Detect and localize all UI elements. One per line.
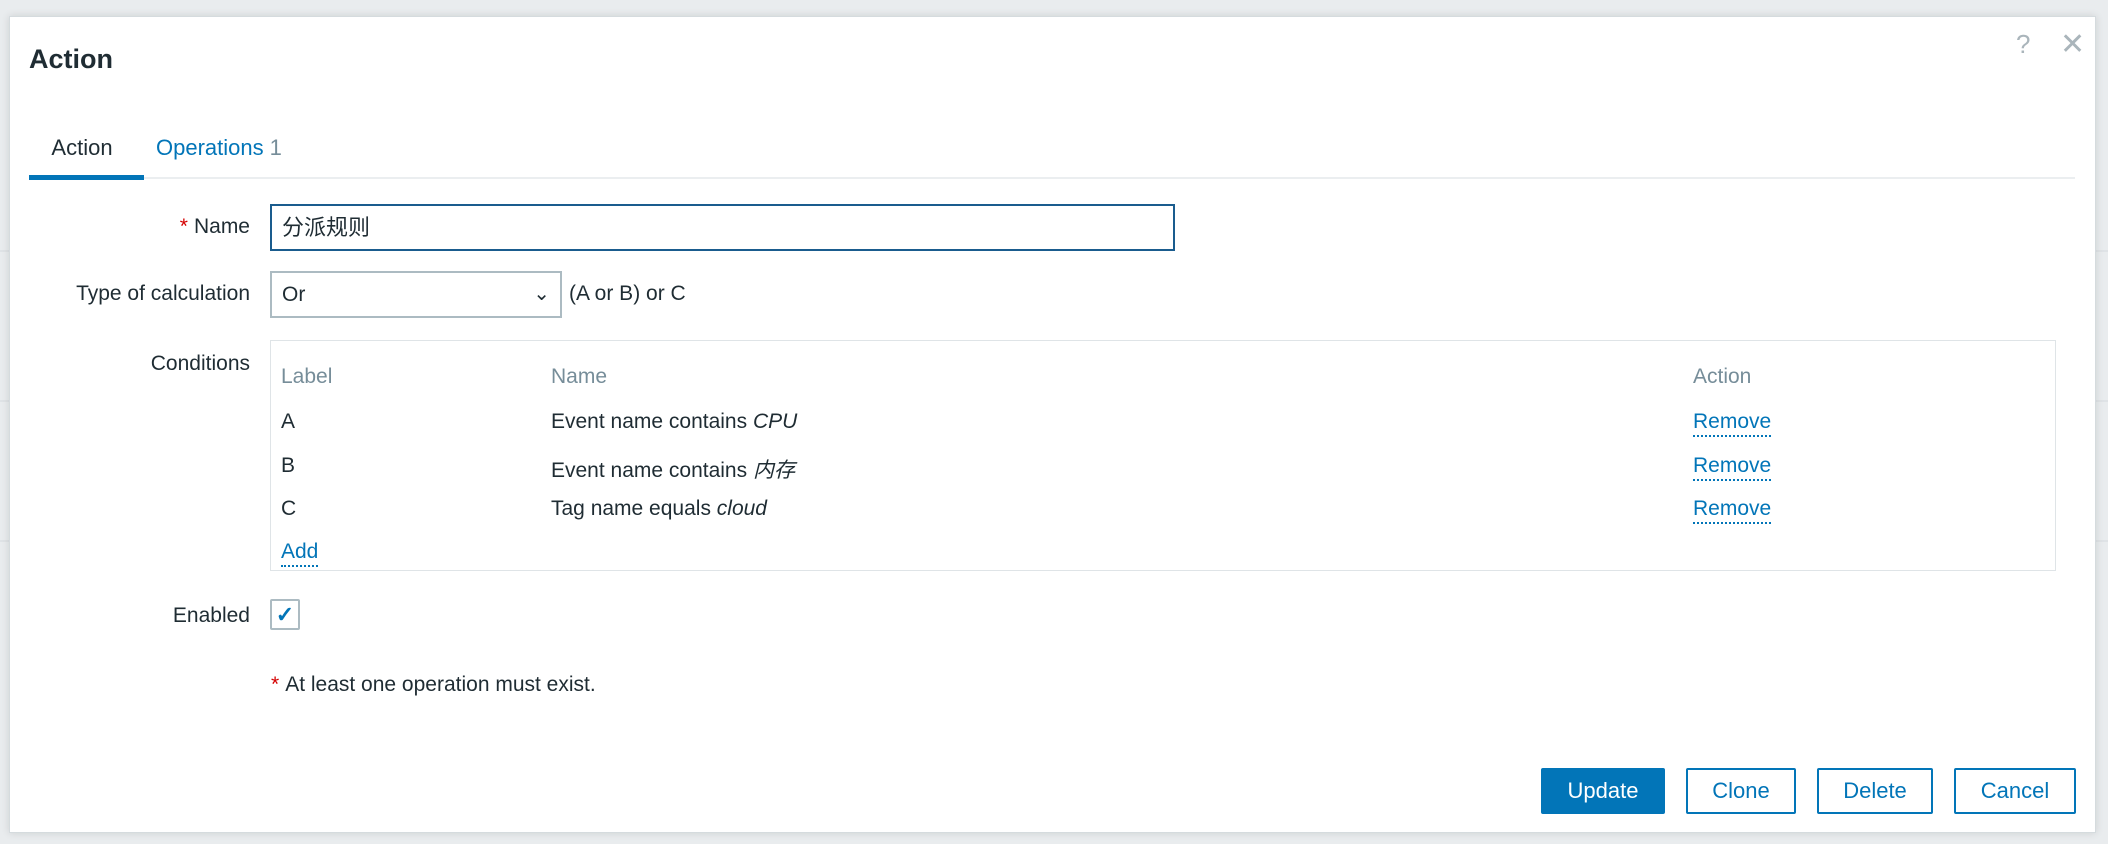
calc-type-select[interactable]: Or ⌄ [270, 271, 562, 318]
name-input[interactable]: 分派规则 [270, 204, 1175, 251]
calc-formula: (A or B) or C [569, 282, 686, 305]
tab-divider [29, 177, 2075, 179]
condition-text: Event name contains [551, 459, 753, 482]
calc-label: Type of calculation [76, 282, 250, 305]
condition-text: Tag name equals [551, 497, 717, 520]
condition-name: Event name contains 内存 [551, 454, 795, 484]
condition-name: Event name contains CPU [551, 410, 797, 434]
cancel-button[interactable]: Cancel [1954, 768, 2076, 814]
tab-label: Action [51, 135, 113, 160]
condition-value: CPU [752, 410, 798, 433]
column-header-name: Name [551, 365, 608, 388]
remove-link[interactable]: Remove [1693, 497, 1772, 524]
tab-count-badge: 1 [269, 135, 282, 160]
label-text: Name [193, 215, 250, 238]
update-button[interactable]: Update [1541, 768, 1665, 814]
chevron-down-icon: ⌄ [533, 283, 550, 305]
name-label: * Name [10, 215, 250, 239]
tab-action[interactable]: Action [29, 135, 135, 161]
condition-label: A [281, 410, 296, 433]
action-dialog: Action ? ✕ Action Operations 1 * Name 分派规则… [9, 16, 2096, 833]
remove-link[interactable]: Remove [1693, 410, 1772, 437]
operations-note: * At least one operation must exist. [271, 673, 596, 697]
conditions-label: Conditions [150, 352, 250, 375]
note-text: At least one operation must exist. [285, 673, 596, 696]
remove-link[interactable]: Remove [1693, 454, 1772, 481]
select-value: Or [282, 283, 306, 306]
required-mark: * [179, 215, 188, 238]
add-condition-link[interactable]: Add [281, 540, 319, 567]
condition-label: B [281, 454, 296, 477]
condition-value: cloud [716, 497, 767, 520]
clone-button[interactable]: Clone [1686, 768, 1796, 814]
dialog-title: Action [29, 44, 113, 74]
column-header-action: Action [1693, 365, 1752, 388]
condition-text: Event name contains [551, 410, 753, 433]
tab-operations[interactable]: Operations 1 [156, 135, 282, 161]
checkmark-icon: ✓ [275, 602, 295, 627]
condition-name: Tag name equals cloud [551, 497, 767, 521]
conditions-table: Label Name Action A Event name contains … [270, 340, 2056, 571]
column-header-label: Label [281, 365, 333, 388]
condition-value: 内存 [752, 459, 795, 482]
active-tab-indicator [29, 175, 144, 180]
required-mark: * [271, 673, 280, 696]
condition-label: C [281, 497, 297, 520]
delete-button[interactable]: Delete [1817, 768, 1933, 814]
close-icon[interactable]: ✕ [2060, 27, 2085, 62]
enabled-label: Enabled [172, 604, 250, 627]
question-icon[interactable]: ? [2016, 29, 2030, 60]
tab-label: Operations [156, 135, 264, 160]
enabled-checkbox[interactable]: ✓ [270, 599, 300, 630]
